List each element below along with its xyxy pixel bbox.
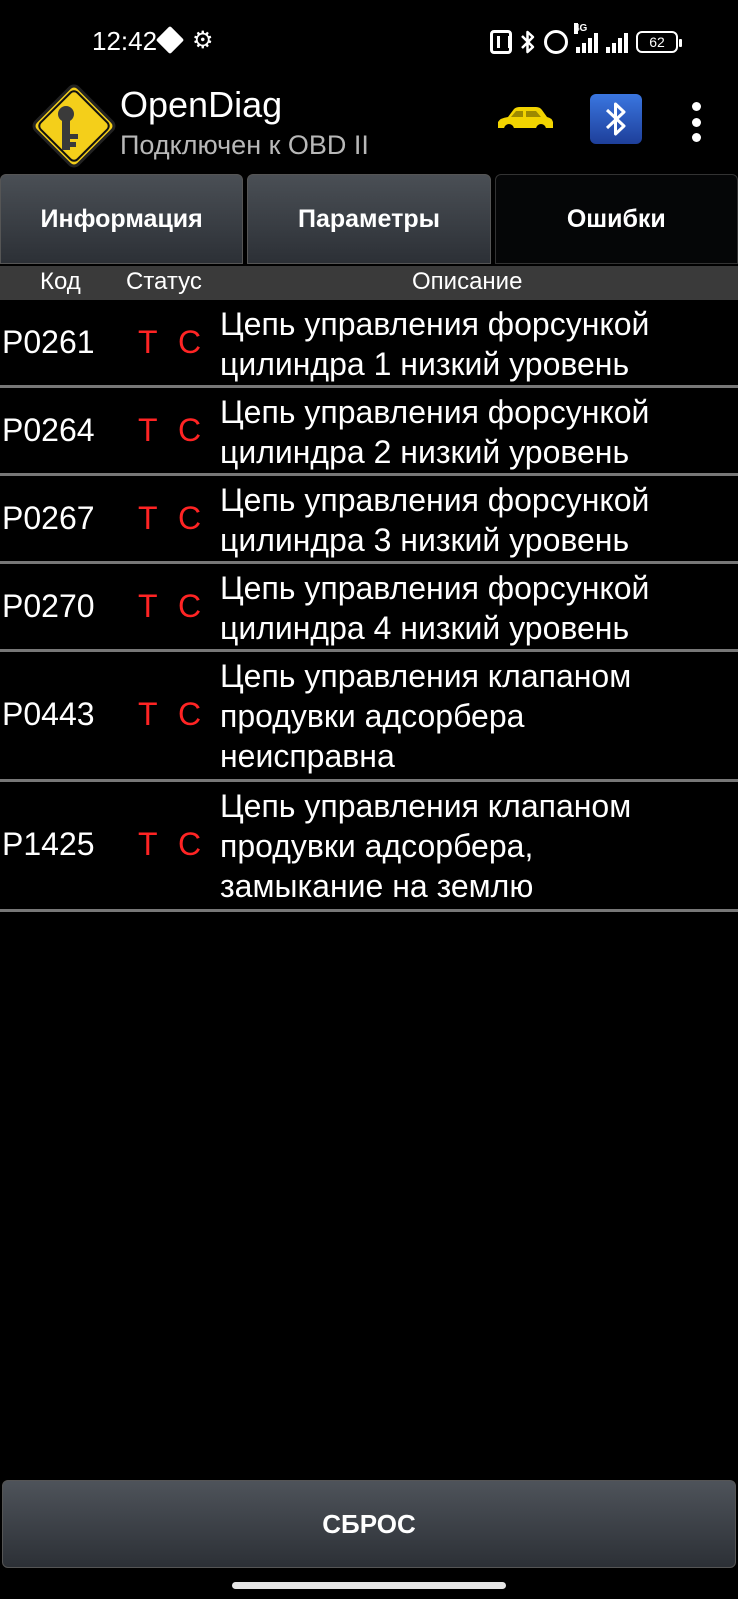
column-description: Описание [412, 268, 523, 295]
error-description: Цепь управления клапаном продувки адсорб… [220, 656, 734, 776]
status-t: T [138, 412, 158, 448]
signal-icon: 4G [574, 23, 598, 53]
column-header: Код Статус Описание [0, 266, 738, 300]
status-c: C [178, 588, 202, 624]
error-code: P0443 [2, 696, 95, 732]
error-code: P0264 [2, 412, 95, 448]
bluetooth-adapter-icon[interactable] [590, 94, 642, 144]
desc-line: цилиндра 1 низкий уровень [220, 346, 630, 382]
alarm-icon [544, 30, 568, 54]
desc-line: цилиндра 2 низкий уровень [220, 434, 630, 470]
error-row[interactable]: P0261 T C Цепь управления форсункой цили… [0, 300, 738, 388]
error-description: Цепь управления клапаном продувки адсорб… [220, 786, 734, 906]
battery-icon: 62 [636, 31, 682, 53]
bluetooth-icon [605, 102, 626, 136]
error-description: Цепь управления форсункой цилиндра 3 низ… [220, 480, 734, 560]
error-code: P0261 [2, 324, 95, 360]
bluetooth-icon [521, 30, 535, 54]
error-row[interactable]: P0267 T C Цепь управления форсункой цили… [0, 476, 738, 564]
signal-icon [606, 31, 628, 53]
error-row[interactable]: P1425 T C Цепь управления клапаном проду… [0, 782, 738, 912]
desc-line: замыкание на землю [220, 868, 534, 904]
status-time: 12:42 [92, 26, 158, 56]
tab-bar: Информация Параметры Ошибки [0, 174, 738, 264]
diamond-icon [155, 25, 185, 55]
error-code: P0267 [2, 500, 95, 536]
error-row[interactable]: P0264 T C Цепь управления форсункой цили… [0, 388, 738, 476]
reset-button[interactable]: СБРОС [2, 1480, 736, 1568]
status-icons: 4G 62 [490, 23, 682, 56]
desc-line: Цепь управления форсункой [220, 306, 650, 342]
error-description: Цепь управления форсункой цилиндра 1 низ… [220, 304, 734, 384]
desc-line: цилиндра 4 низкий уровень [220, 610, 630, 646]
desc-line: Цепь управления форсункой [220, 394, 650, 430]
overflow-menu-icon[interactable] [690, 102, 702, 142]
gear-icon: ⚙ [192, 27, 214, 54]
error-code: P1425 [2, 826, 95, 862]
status-c: C [178, 696, 202, 732]
network-type-label: 4G [574, 23, 588, 34]
column-status: Статус [126, 268, 202, 295]
desc-line: продувки адсорбера, [220, 828, 534, 864]
error-list: P0261 T C Цепь управления форсункой цили… [0, 300, 738, 912]
status-c: C [178, 500, 202, 536]
tab-info[interactable]: Информация [0, 174, 244, 264]
nfc-icon [490, 30, 512, 54]
status-t: T [138, 324, 158, 360]
opendiag-logo-icon [32, 84, 116, 168]
tab-errors[interactable]: Ошибки [494, 174, 738, 264]
status-bar: 12:42 ⚙ 4G 62 [0, 0, 738, 80]
error-code: P0270 [2, 588, 95, 624]
desc-line: неисправна [220, 738, 395, 774]
status-c: C [178, 324, 202, 360]
car-icon[interactable] [494, 104, 556, 140]
app-bar: OpenDiag Подключен к OBD II [0, 80, 738, 172]
error-description: Цепь управления форсункой цилиндра 4 низ… [220, 568, 734, 648]
error-row[interactable]: P0270 T C Цепь управления форсункой цили… [0, 564, 738, 652]
desc-line: продувки адсорбера [220, 698, 525, 734]
status-c: C [178, 826, 202, 862]
status-t: T [138, 826, 158, 862]
error-description: Цепь управления форсункой цилиндра 2 низ… [220, 392, 734, 472]
desc-line: Цепь управления клапаном [220, 658, 632, 694]
desc-line: Цепь управления форсункой [220, 482, 650, 518]
desc-line: цилиндра 3 низкий уровень [220, 522, 630, 558]
desc-line: Цепь управления форсункой [220, 570, 650, 606]
tab-parameters[interactable]: Параметры [247, 174, 491, 264]
battery-level: 62 [649, 34, 665, 50]
gesture-bar[interactable] [232, 1582, 506, 1589]
status-t: T [138, 588, 158, 624]
connection-status: Подключен к OBD II [120, 130, 369, 160]
status-t: T [138, 500, 158, 536]
status-c: C [178, 412, 202, 448]
status-t: T [138, 696, 158, 732]
error-row[interactable]: P0443 T C Цепь управления клапаном проду… [0, 652, 738, 782]
column-code: Код [40, 268, 81, 295]
app-title: OpenDiag [120, 84, 283, 125]
desc-line: Цепь управления клапаном [220, 788, 632, 824]
